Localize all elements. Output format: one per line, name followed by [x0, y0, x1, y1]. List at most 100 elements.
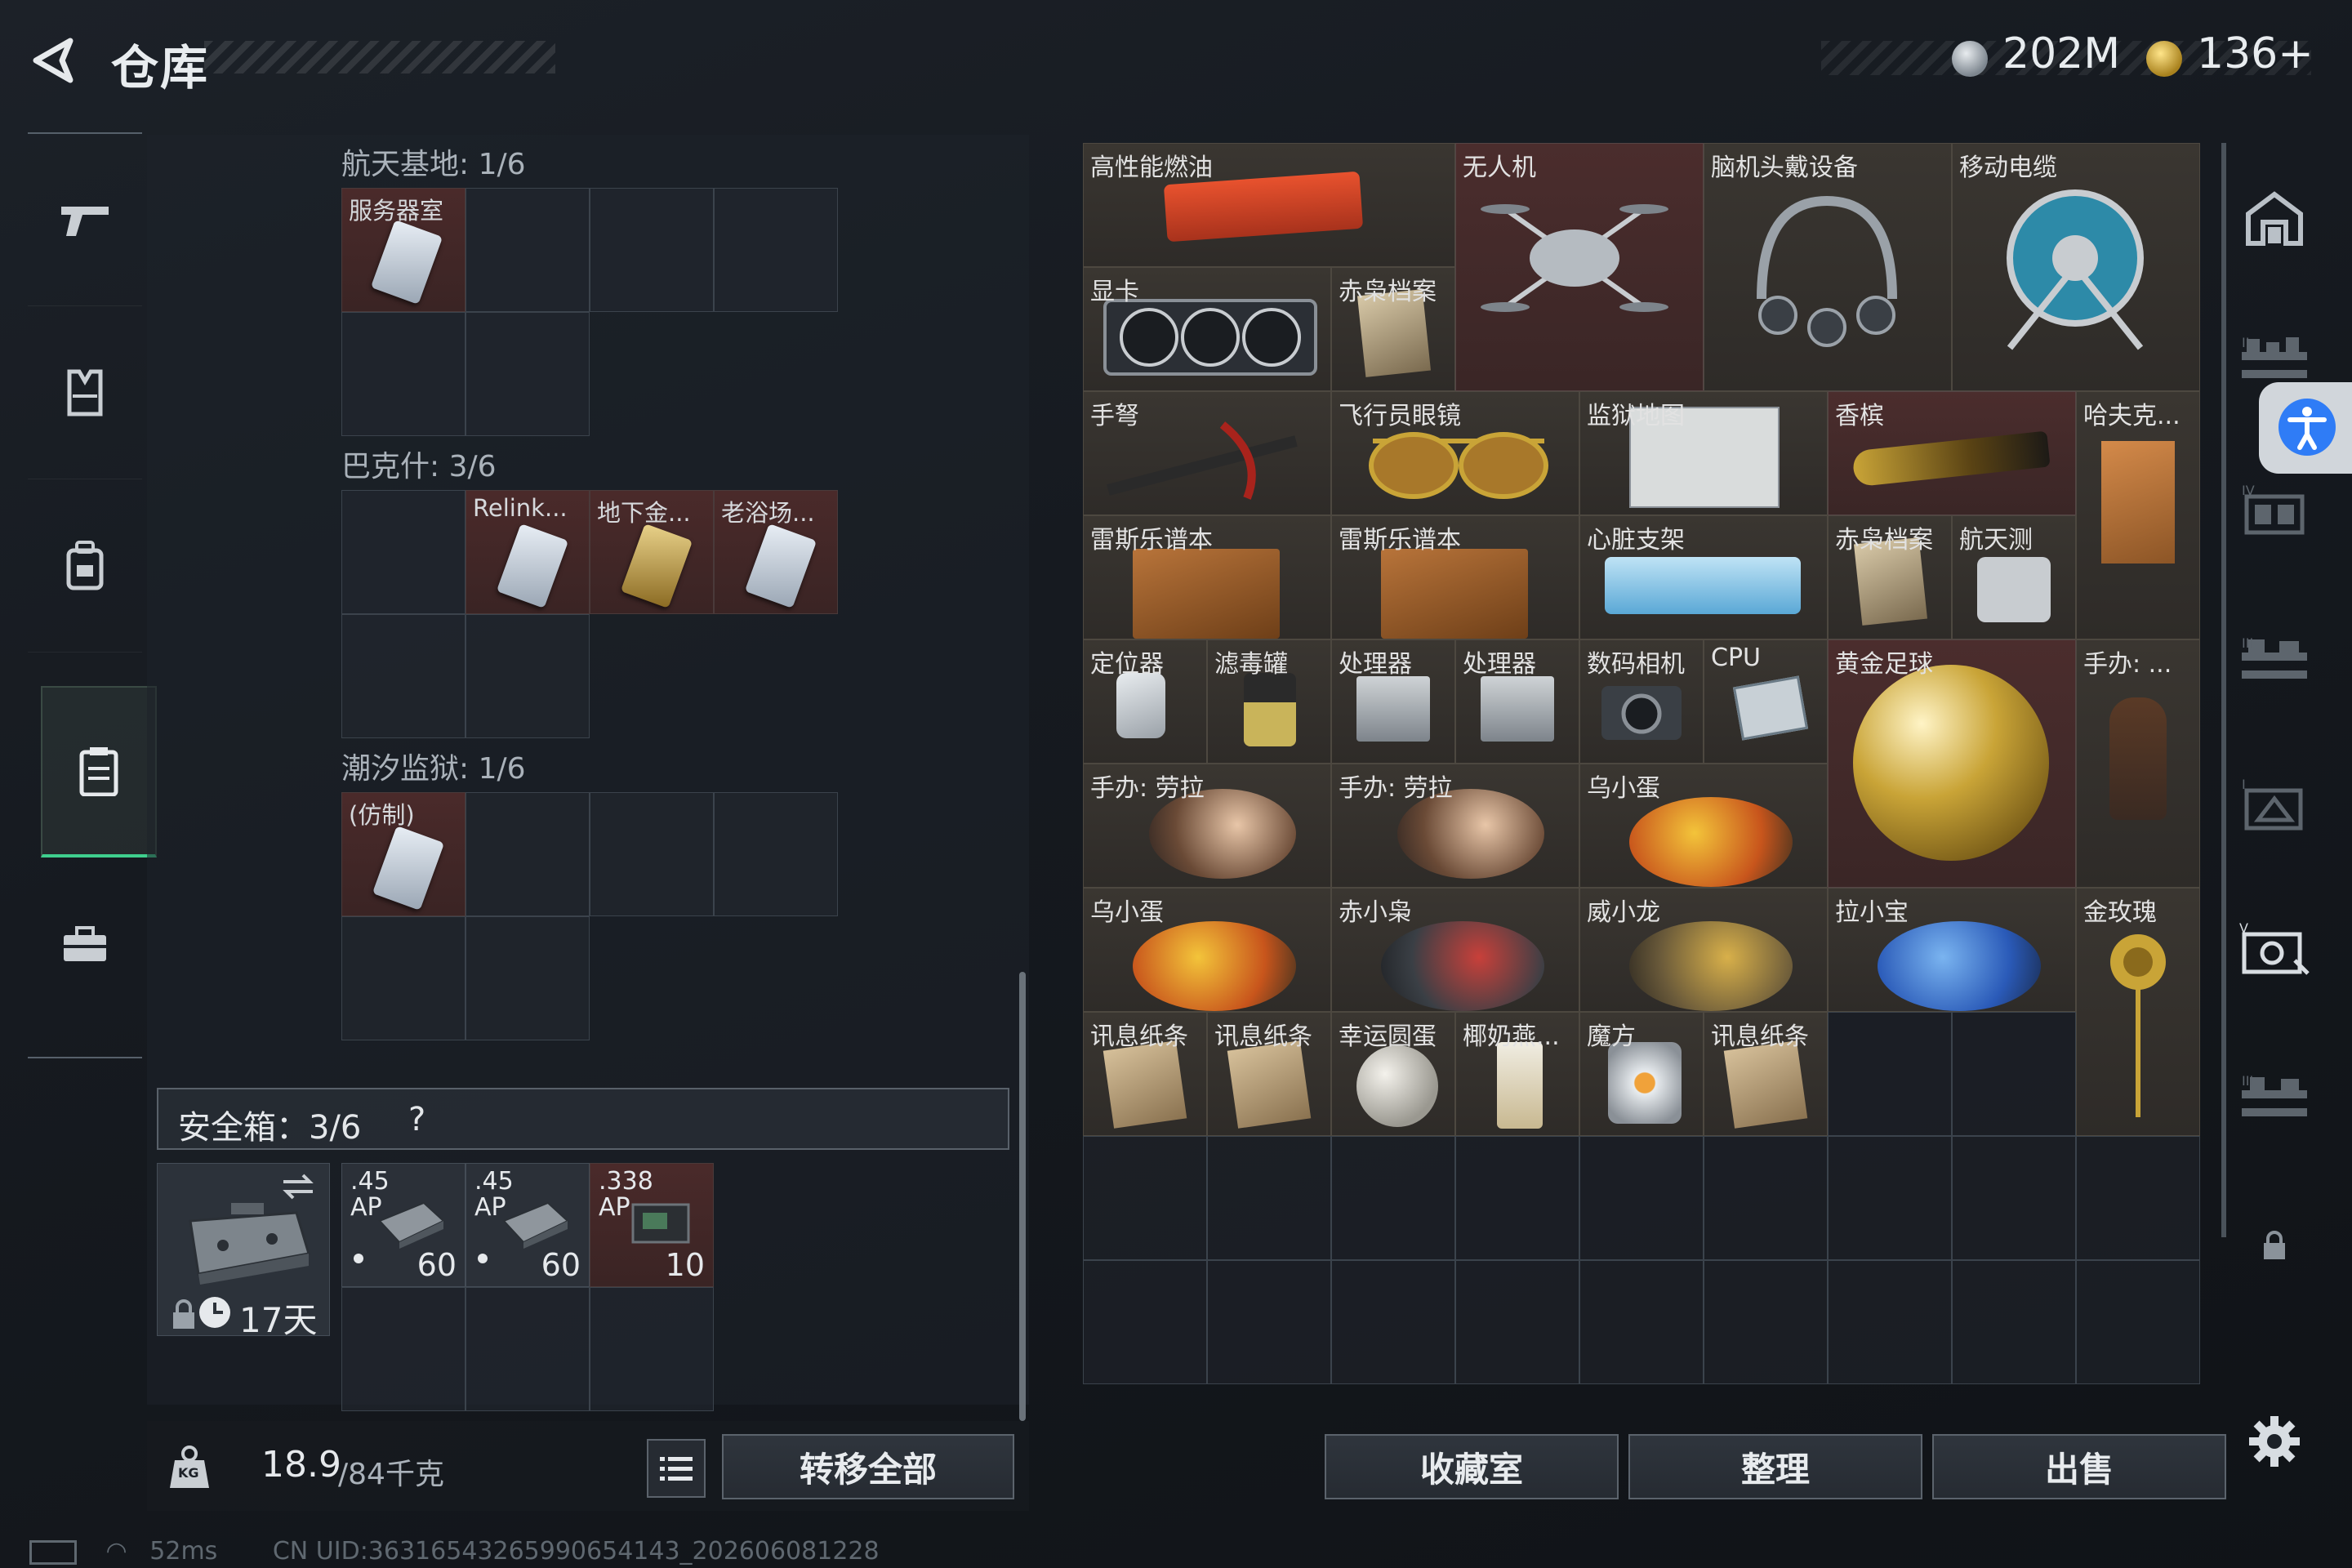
grid-slot[interactable]	[1704, 1136, 1828, 1260]
item-reel[interactable]: 移动电缆	[1952, 143, 2200, 391]
item-note2[interactable]: 讯息纸条	[1207, 1012, 1331, 1136]
item-hafke[interactable]: 哈夫克...	[2076, 391, 2200, 639]
grid-slot[interactable]	[1952, 1012, 2076, 1136]
nav-collections[interactable]	[41, 686, 157, 858]
keycard-item[interactable]: (仿制)	[341, 792, 466, 916]
keycard-item[interactable]: Relink...	[466, 490, 590, 614]
item-goggles[interactable]: 飞行员眼镜	[1331, 391, 1579, 515]
item-note3[interactable]: 讯息纸条	[1704, 1012, 1828, 1136]
grid-slot[interactable]	[341, 614, 466, 738]
grid-slot[interactable]	[590, 188, 714, 312]
gold-currency-value[interactable]: 136+	[2197, 29, 2314, 78]
nav-cases[interactable]	[28, 859, 142, 1031]
item-drone[interactable]: 无人机	[1455, 143, 1704, 391]
grid-slot[interactable]	[2076, 1260, 2200, 1384]
item-cpu2[interactable]: 处理器	[1455, 639, 1579, 764]
item-map[interactable]: 监狱地图	[1579, 391, 1828, 515]
grid-slot[interactable]	[1704, 1260, 1828, 1384]
grid-slot[interactable]	[466, 1287, 590, 1411]
item-egg2[interactable]: 乌小蛋	[1083, 888, 1331, 1012]
grid-slot[interactable]	[714, 792, 838, 916]
item-filter[interactable]: 滤毒罐	[1207, 639, 1331, 764]
collection-room-button[interactable]: 收藏室	[1325, 1434, 1619, 1499]
grid-slot[interactable]	[590, 792, 714, 916]
item-stent[interactable]: 心脏支架	[1579, 515, 1828, 639]
accessibility-button[interactable]	[2259, 382, 2352, 474]
item-chixiao[interactable]: 赤小枭	[1331, 888, 1579, 1012]
nav-backpack[interactable]	[28, 480, 142, 653]
nav-locked-shelf[interactable]	[2238, 1209, 2311, 1282]
item-cpu1[interactable]: 处理器	[1331, 639, 1455, 764]
warehouse-scrollbar[interactable]	[2221, 143, 2226, 1237]
nav-warehouse-home[interactable]	[2238, 181, 2311, 255]
item-cpu[interactable]: CPU	[1704, 639, 1828, 764]
item-file1[interactable]: 赤枭档案	[1331, 267, 1455, 391]
grid-slot[interactable]	[1207, 1136, 1331, 1260]
ammo-item[interactable]: .45 AP 60	[466, 1163, 590, 1287]
nav-weapons[interactable]	[28, 134, 142, 306]
grid-slot[interactable]	[1579, 1136, 1704, 1260]
grid-slot[interactable]	[341, 490, 466, 614]
collection-scrollbar[interactable]	[1019, 972, 1026, 1421]
grid-slot[interactable]	[2076, 1136, 2200, 1260]
item-book1[interactable]: 雷斯乐谱本	[1083, 515, 1331, 639]
grid-slot[interactable]	[466, 916, 590, 1040]
keycard-item[interactable]: 服务器室	[341, 188, 466, 312]
keycard-item[interactable]: 地下金...	[590, 490, 714, 614]
help-icon[interactable]: ?	[408, 1101, 425, 1138]
grid-slot[interactable]	[1331, 1136, 1455, 1260]
sell-button[interactable]: 出售	[1932, 1434, 2226, 1499]
grid-slot[interactable]	[466, 188, 590, 312]
grid-slot[interactable]	[466, 312, 590, 436]
grid-slot[interactable]	[1952, 1260, 2076, 1384]
item-fig_side[interactable]: 手办: ...	[2076, 639, 2200, 888]
grid-slot[interactable]	[1579, 1260, 1704, 1384]
nav-shelf-4[interactable]: IV	[2238, 472, 2311, 546]
ammo-item[interactable]: .45 AP 60	[341, 1163, 466, 1287]
safe-box-container[interactable]: 17天	[157, 1163, 330, 1340]
grid-slot[interactable]	[1952, 1136, 2076, 1260]
nav-shelf-3[interactable]: III	[2238, 624, 2311, 697]
item-football[interactable]: 黄金足球	[1828, 639, 2076, 888]
item-cube[interactable]: 魔方	[1579, 1012, 1704, 1136]
item-fig2[interactable]: 手办: 劳拉	[1331, 764, 1579, 888]
item-champagne[interactable]: 香槟	[1828, 391, 2076, 515]
item-coco[interactable]: 椰奶燕...	[1455, 1012, 1579, 1136]
nav-armor[interactable]	[28, 307, 142, 479]
item-laxiao[interactable]: 拉小宝	[1828, 888, 2076, 1012]
grid-slot[interactable]	[341, 1287, 466, 1411]
nav-shelf-6[interactable]: III	[2238, 1062, 2311, 1135]
grid-slot[interactable]	[341, 916, 466, 1040]
keycard-item[interactable]: 老浴场...	[714, 490, 838, 614]
grid-slot[interactable]	[466, 792, 590, 916]
grid-slot[interactable]	[1207, 1260, 1331, 1384]
grid-slot[interactable]	[1455, 1260, 1579, 1384]
grid-slot[interactable]	[714, 188, 838, 312]
grid-slot[interactable]	[341, 312, 466, 436]
item-weilong[interactable]: 威小龙	[1579, 888, 1828, 1012]
item-file2[interactable]: 赤枭档案	[1828, 515, 1952, 639]
grid-slot[interactable]	[1828, 1260, 1952, 1384]
item-camera[interactable]: 数码相机	[1579, 639, 1704, 764]
item-aero[interactable]: 航天测	[1952, 515, 2076, 639]
item-egg1[interactable]: 乌小蛋	[1579, 764, 1828, 888]
grid-slot[interactable]	[1455, 1136, 1579, 1260]
item-crossbow[interactable]: 手弩	[1083, 391, 1331, 515]
grid-slot[interactable]	[1828, 1136, 1952, 1260]
item-book2[interactable]: 雷斯乐谱本	[1331, 515, 1579, 639]
item-gpu[interactable]: 显卡	[1083, 267, 1331, 391]
transfer-all-button[interactable]: 转移全部	[722, 1434, 1014, 1499]
list-view-button[interactable]	[647, 1439, 706, 1498]
item-headset[interactable]: 脑机头戴设备	[1704, 143, 1952, 391]
nav-shelf-5[interactable]: V	[2238, 911, 2311, 985]
settings-button[interactable]	[2238, 1405, 2311, 1478]
ammo-item[interactable]: .338 AP 10	[590, 1163, 714, 1287]
item-rose[interactable]: 金玫瑰	[2076, 888, 2200, 1136]
nav-shelf-1[interactable]: I	[2238, 768, 2311, 841]
grid-slot[interactable]	[1083, 1260, 1207, 1384]
item-note1[interactable]: 讯息纸条	[1083, 1012, 1207, 1136]
back-arrow-icon[interactable]	[29, 36, 78, 85]
grid-slot[interactable]	[1828, 1012, 1952, 1136]
item-fig1[interactable]: 手办: 劳拉	[1083, 764, 1331, 888]
swap-icon[interactable]	[280, 1172, 316, 1201]
